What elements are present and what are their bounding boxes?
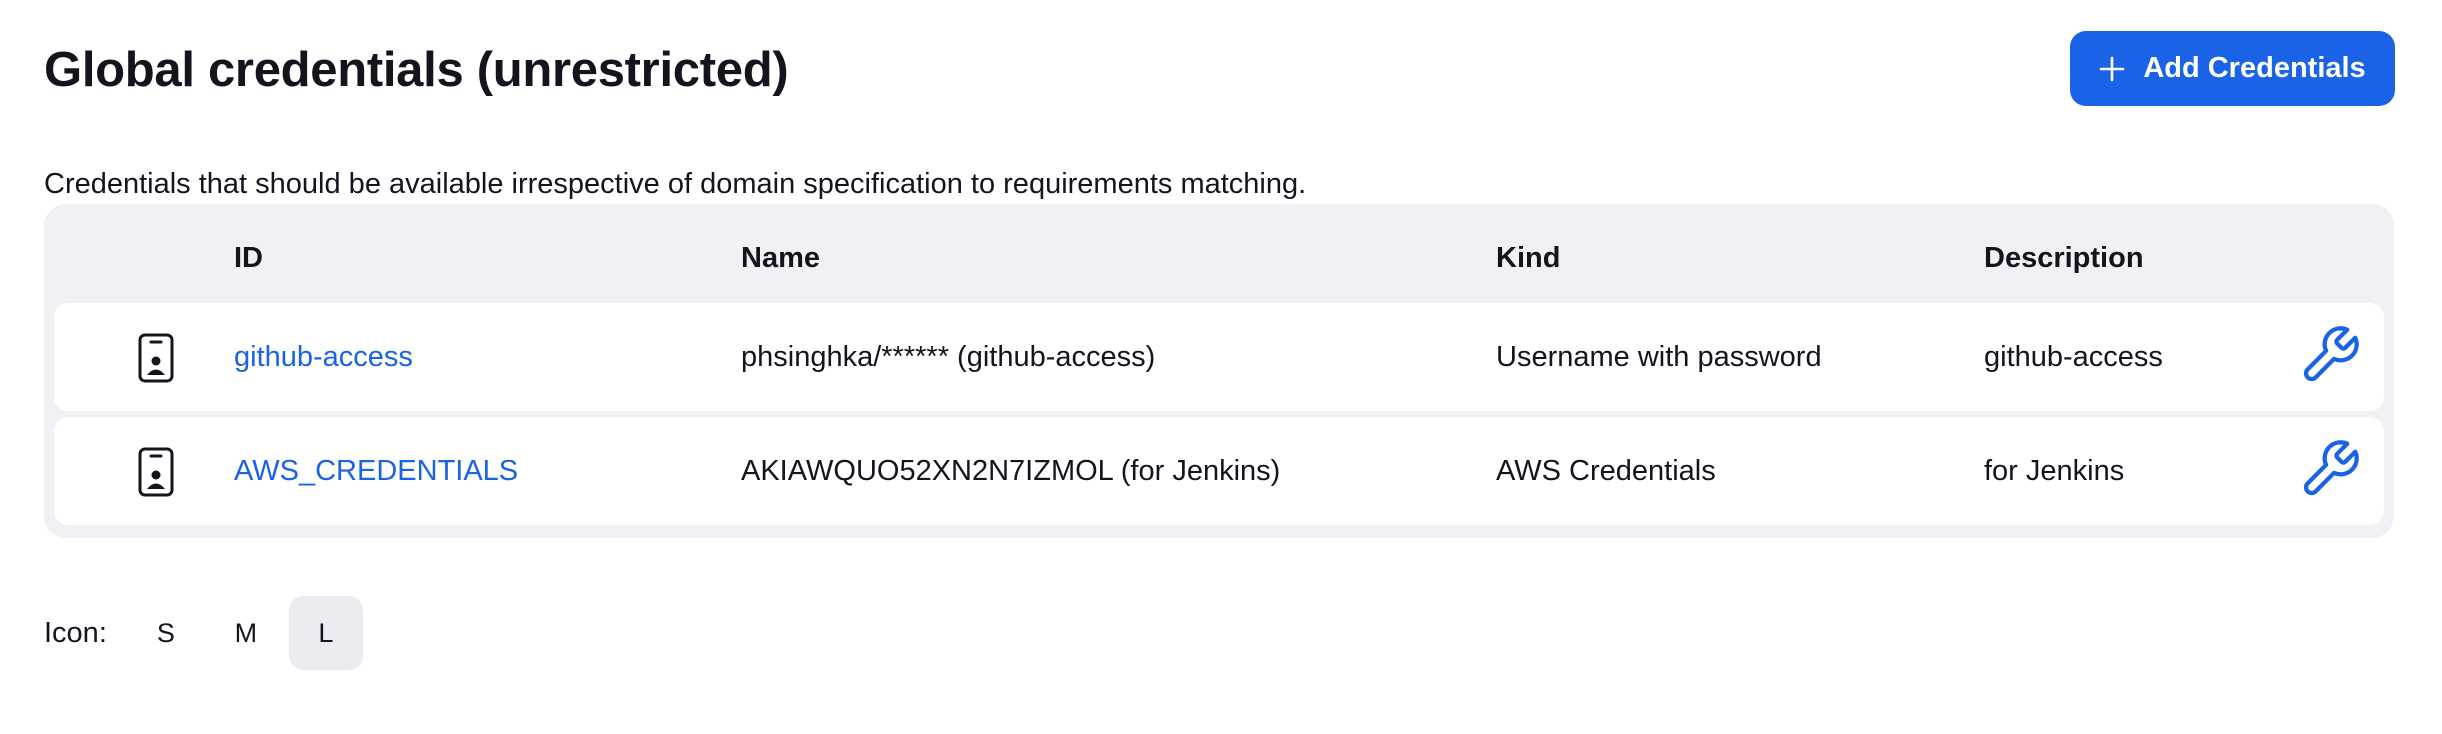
column-header-kind[interactable]: Kind — [1496, 238, 1560, 278]
wrench-icon[interactable] — [2298, 437, 2362, 501]
credential-description: for Jenkins — [1984, 454, 2125, 487]
credential-phone-icon — [138, 333, 174, 383]
credential-name: AKIAWQUO52XN2N7IZMOL (for Jenkins) — [741, 454, 1281, 487]
icon-size-label: Icon: — [44, 616, 107, 649]
icon-size-small-button[interactable]: S — [129, 596, 203, 670]
icon-size-selector: Icon: S M L — [44, 596, 369, 670]
column-header-id[interactable]: ID — [234, 238, 263, 278]
column-header-name[interactable]: Name — [741, 238, 820, 278]
credentials-table: ID Name Kind Description github-access p… — [44, 204, 2394, 538]
store-description: Credentials that should be available irr… — [44, 168, 1307, 200]
page-title: Global credentials (unrestricted) — [44, 43, 789, 97]
icon-size-medium-button[interactable]: M — [209, 596, 283, 670]
credential-kind: AWS Credentials — [1496, 454, 1716, 487]
credential-id-link[interactable]: github-access — [234, 341, 413, 374]
table-row: github-access phsinghka/****** (github-a… — [54, 303, 2384, 411]
credential-kind: Username with password — [1496, 340, 1822, 373]
credential-description: github-access — [1984, 340, 2163, 373]
table-row: AWS_CREDENTIALS AKIAWQUO52XN2N7IZMOL (fo… — [54, 417, 2384, 525]
credential-name: phsinghka/****** (github-access) — [741, 340, 1156, 373]
icon-size-large-button[interactable]: L — [288, 596, 363, 670]
add-credentials-label: Add Credentials — [2143, 52, 2366, 84]
credential-id-link[interactable]: AWS_CREDENTIALS — [234, 455, 518, 488]
wrench-icon[interactable] — [2298, 323, 2362, 387]
column-header-description[interactable]: Description — [1984, 238, 2144, 278]
credential-phone-icon — [138, 447, 174, 497]
plus-icon — [2100, 56, 2125, 81]
add-credentials-button[interactable]: Add Credentials — [2070, 31, 2395, 106]
